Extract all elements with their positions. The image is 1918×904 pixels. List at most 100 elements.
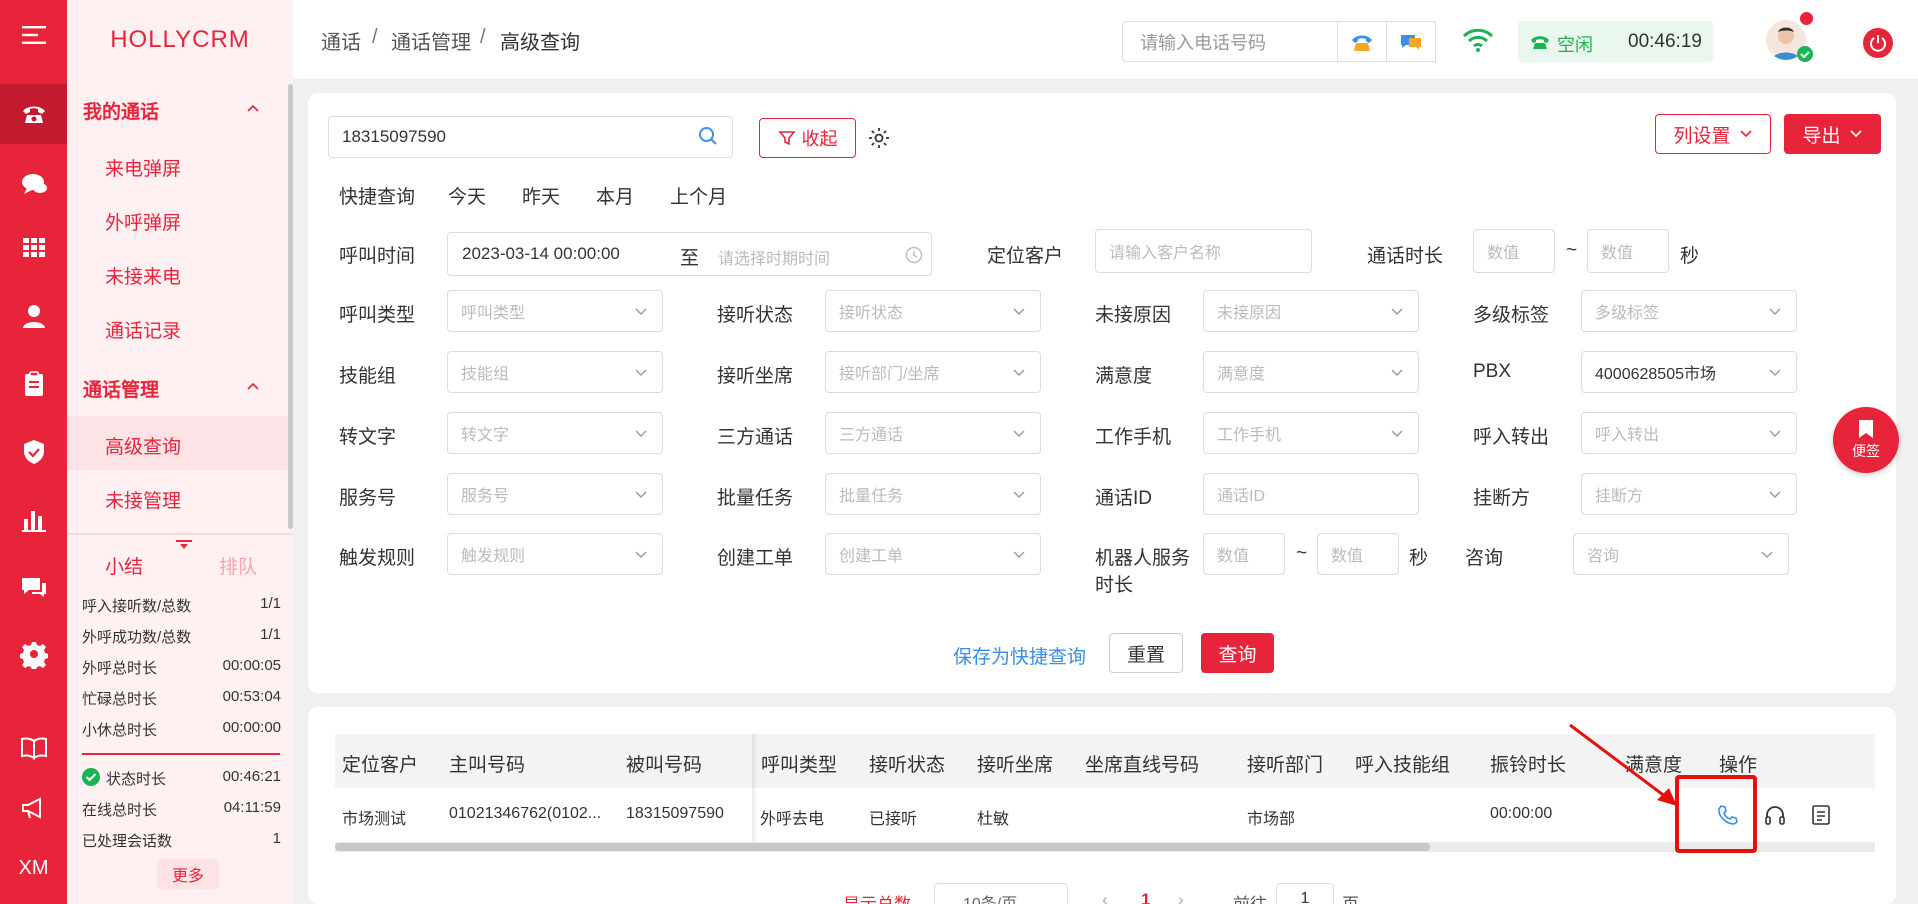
user-icon[interactable] bbox=[0, 286, 67, 346]
transcribe-select[interactable]: 转文字 bbox=[447, 412, 663, 454]
breadcrumb-current: 高级查询 bbox=[500, 32, 580, 54]
menu-group-call-management[interactable]: 通话管理 bbox=[83, 375, 159, 402]
batch-task-select[interactable]: 批量任务 bbox=[825, 473, 1041, 515]
consult-select[interactable]: 咨询 bbox=[1573, 533, 1789, 575]
create-ticket-select[interactable]: 创建工单 bbox=[825, 533, 1041, 575]
shield-icon[interactable] bbox=[0, 422, 67, 482]
column-header[interactable]: 呼入技能组 bbox=[1355, 750, 1450, 777]
chat-dial-button[interactable] bbox=[1386, 21, 1436, 62]
column-header[interactable]: 振铃时长 bbox=[1490, 750, 1566, 777]
clipboard-icon[interactable] bbox=[0, 354, 67, 414]
trigger-rule-select[interactable]: 触发规则 bbox=[447, 533, 663, 575]
column-header[interactable]: 主叫号码 bbox=[449, 750, 525, 777]
goto-page-input[interactable]: 1 bbox=[1276, 883, 1334, 904]
skill-group-select[interactable]: 技能组 bbox=[447, 351, 663, 393]
column-header[interactable]: 接听部门 bbox=[1247, 750, 1323, 777]
quick-today[interactable]: 今天 bbox=[448, 182, 486, 209]
bar-chart-icon[interactable] bbox=[0, 490, 67, 550]
phone-icon[interactable] bbox=[0, 84, 67, 144]
multi-tag-select[interactable]: 多级标签 bbox=[1581, 290, 1797, 332]
column-header[interactable]: 定位客户 bbox=[342, 750, 418, 777]
reset-button[interactable]: 重置 bbox=[1109, 633, 1183, 673]
book-icon[interactable] bbox=[0, 718, 67, 778]
answer-status-select[interactable]: 接听状态 bbox=[825, 290, 1041, 332]
note-button[interactable]: 便签 bbox=[1833, 407, 1899, 473]
menu-item-missed-calls[interactable]: 未接来电 bbox=[105, 262, 181, 289]
query-button[interactable]: 查询 bbox=[1201, 633, 1274, 673]
chevron-up-icon[interactable] bbox=[246, 101, 260, 115]
quick-yesterday[interactable]: 昨天 bbox=[522, 182, 560, 209]
prev-page-icon[interactable]: ‹ bbox=[1102, 890, 1108, 904]
satisfaction-select[interactable]: 满意度 bbox=[1203, 351, 1419, 393]
menu-item-advanced-search[interactable]: 高级查询 bbox=[105, 432, 181, 459]
gear-icon[interactable] bbox=[0, 624, 67, 684]
save-quick-search-link[interactable]: 保存为快捷查询 bbox=[953, 642, 1086, 669]
collapse-button[interactable]: 收起 bbox=[759, 118, 856, 158]
column-header[interactable]: 接听坐席 bbox=[977, 750, 1053, 777]
breadcrumb-item[interactable]: 通话 bbox=[321, 26, 361, 55]
batch-task-label: 批量任务 bbox=[717, 488, 794, 509]
message-icon[interactable] bbox=[0, 558, 67, 618]
tab-summary[interactable]: 小结 bbox=[105, 552, 143, 579]
three-way-label: 三方通话 bbox=[717, 427, 794, 448]
current-page[interactable]: 1 bbox=[1141, 890, 1150, 904]
quick-this-month[interactable]: 本月 bbox=[596, 182, 634, 209]
menu-group-my-calls[interactable]: 我的通话 bbox=[83, 97, 159, 124]
stat-label: 呼入接听数/总数 bbox=[82, 598, 192, 615]
search-icon[interactable] bbox=[697, 125, 719, 147]
document-icon[interactable] bbox=[1810, 804, 1832, 826]
menu-item-outgoing-popup[interactable]: 外呼弹屏 bbox=[105, 208, 181, 235]
three-way-select[interactable]: 三方通话 bbox=[825, 412, 1041, 454]
customer-name-input[interactable]: 请输入客户名称 bbox=[1095, 229, 1312, 273]
hangup-party-select[interactable]: 挂断方 bbox=[1581, 473, 1797, 515]
next-page-icon[interactable]: › bbox=[1178, 890, 1184, 904]
column-header[interactable]: 坐席直线号码 bbox=[1085, 750, 1199, 777]
logout-button[interactable] bbox=[1863, 28, 1893, 58]
service-number-select[interactable]: 服务号 bbox=[447, 473, 663, 515]
breadcrumb-item[interactable]: 通话管理 bbox=[391, 26, 471, 55]
menu-scrollbar[interactable] bbox=[288, 84, 293, 529]
robot-duration-max-input[interactable]: 数值 bbox=[1317, 533, 1399, 575]
chat-icon[interactable] bbox=[0, 154, 67, 214]
duration-min-input[interactable]: 数值 bbox=[1473, 229, 1555, 273]
answer-agent-select[interactable]: 接听部门/坐席 bbox=[825, 351, 1041, 393]
call-type-select[interactable]: 呼叫类型 bbox=[447, 290, 663, 332]
export-button[interactable]: 导出 bbox=[1784, 114, 1881, 154]
grid-icon[interactable] bbox=[0, 218, 67, 278]
menu-item-call-records[interactable]: 通话记录 bbox=[105, 316, 181, 343]
table-scrollbar-thumb[interactable] bbox=[335, 843, 1430, 851]
headphones-icon[interactable] bbox=[1764, 804, 1786, 826]
menu-icon[interactable] bbox=[0, 5, 67, 65]
column-settings-button[interactable]: 列设置 bbox=[1655, 114, 1771, 154]
menu-item-missed-management[interactable]: 未接管理 bbox=[105, 486, 181, 513]
tab-queue[interactable]: 排队 bbox=[219, 552, 257, 579]
column-header[interactable]: 呼叫类型 bbox=[761, 750, 837, 777]
column-header[interactable]: 被叫号码 bbox=[626, 750, 702, 777]
cell-callee: 18315097590 bbox=[626, 805, 724, 822]
megaphone-icon[interactable] bbox=[0, 778, 67, 838]
duration-max-input[interactable]: 数值 bbox=[1587, 229, 1669, 273]
call-id-input[interactable]: 通话ID bbox=[1203, 473, 1419, 515]
pbx-select[interactable]: 4000628505市场 bbox=[1581, 351, 1797, 393]
phone-number-input[interactable]: 请输入电话号码 bbox=[1122, 21, 1338, 62]
end-date-input[interactable]: 请选择时期时间 bbox=[718, 245, 830, 269]
satisfaction-label: 满意度 bbox=[1095, 366, 1153, 387]
start-date-value[interactable]: 2023-03-14 00:00:00 bbox=[462, 244, 620, 264]
page-size-select[interactable]: 10条/页 bbox=[934, 883, 1068, 904]
breadcrumb-separator: / bbox=[372, 26, 378, 48]
work-phone-select[interactable]: 工作手机 bbox=[1203, 412, 1419, 454]
robot-duration-min-input[interactable]: 数值 bbox=[1203, 533, 1285, 575]
quick-last-month[interactable]: 上个月 bbox=[670, 182, 727, 209]
inbound-transfer-select[interactable]: 呼入转出 bbox=[1581, 412, 1797, 454]
phone-dial-icon bbox=[1352, 35, 1372, 51]
column-header[interactable]: 接听状态 bbox=[869, 750, 945, 777]
missed-reason-select[interactable]: 未接原因 bbox=[1203, 290, 1419, 332]
more-button[interactable]: 更多 bbox=[157, 859, 219, 889]
search-input[interactable]: 18315097590 bbox=[328, 116, 733, 158]
chevron-up-icon[interactable] bbox=[246, 379, 260, 393]
gear-icon[interactable] bbox=[867, 126, 891, 150]
dial-button[interactable] bbox=[1337, 21, 1387, 62]
stat-label: 外呼成功数/总数 bbox=[82, 629, 192, 646]
bookmark-icon bbox=[1859, 420, 1873, 438]
menu-item-incoming-popup[interactable]: 来电弹屏 bbox=[105, 154, 181, 181]
